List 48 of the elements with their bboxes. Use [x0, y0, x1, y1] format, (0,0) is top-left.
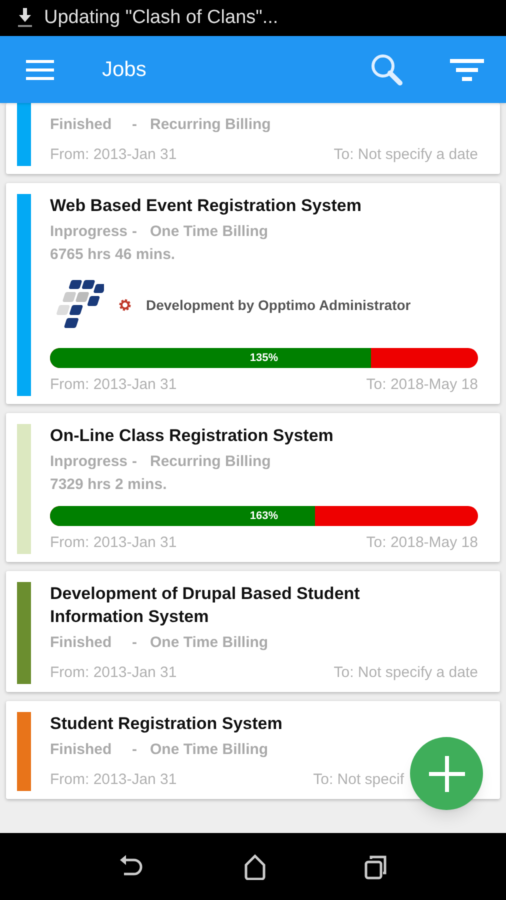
from-date: From: 2013-Jan 31 — [50, 533, 177, 553]
notification-text: Updating "Clash of Clans"... — [44, 6, 278, 30]
job-status: Finished — [50, 633, 113, 653]
from-date: From: 2013-Jan 31 — [50, 770, 177, 790]
billing-type: One Time Billing — [150, 740, 268, 760]
billing-type: One Time Billing — [150, 633, 268, 653]
from-date: From: 2013-Jan 31 — [50, 375, 177, 395]
job-title: On-Line Class Registration System — [50, 425, 334, 447]
from-date: From: 2013-Jan 31 — [50, 145, 177, 165]
billing-type: Recurring Billing — [150, 115, 271, 135]
assignee-text: Development by Opptimo Administrator — [146, 296, 411, 315]
to-date: To: 2018-May 18 — [366, 375, 478, 395]
from-date: From: 2013-Jan 31 — [50, 663, 177, 683]
to-date: To: Not specif — [313, 770, 404, 790]
job-status: Inprogress — [50, 452, 129, 472]
separator-text: - — [132, 633, 138, 653]
hours-text: 6765 hrs 46 mins. — [50, 245, 176, 265]
to-date: To: 2018-May 18 — [366, 533, 478, 553]
job-title: Web Based Event Registration System — [50, 195, 362, 217]
home-button[interactable] — [242, 854, 267, 880]
job-title: Development of Drupal Based Student Information System — [50, 583, 361, 628]
hours-text: 7329 hrs 2 mins. — [50, 475, 168, 495]
job-card[interactable]: Web Based Event Registration System Inprogress - One Time Billing 6765 hrs 46 mins. Development by Opptimo Administrator 135% From: 2013-Jan 31 To: 2018-May 18 — [6, 183, 500, 404]
job-card[interactable]: Development of Drupal Based Student Information System Finished - One Time Billing From: 2013-Jan 31 To: Not specify a date — [6, 571, 500, 692]
job-status: Inprogress — [50, 222, 129, 242]
separator-text: - — [132, 452, 138, 472]
to-date: To: Not specify a date — [334, 145, 478, 165]
recent-apps-button[interactable] — [364, 854, 388, 880]
separator-text: - — [132, 222, 138, 242]
progress-label: 135% — [250, 350, 278, 366]
job-status: Finished — [50, 740, 113, 760]
job-status: Finished — [50, 115, 113, 135]
download-icon — [18, 8, 32, 28]
filter-button[interactable] — [450, 56, 484, 82]
separator-text: - — [132, 740, 138, 760]
separator-text: - — [132, 115, 138, 135]
search-button[interactable] — [370, 52, 404, 86]
progress-label: 163% — [250, 508, 278, 524]
to-date: To: Not specify a date — [334, 663, 478, 683]
menu-button[interactable] — [26, 58, 54, 82]
toolbar-title: Jobs — [102, 56, 146, 83]
job-card[interactable]: On-Line Class Registration System Inprogress - Recurring Billing 7329 hrs 2 mins. 163% From: 2013-Jan 31 To: 2018-May 18 — [6, 413, 500, 562]
gear-icon — [118, 298, 132, 312]
plus-icon — [426, 754, 466, 794]
job-title: Student Registration System — [50, 713, 284, 735]
billing-type: One Time Billing — [150, 222, 268, 242]
billing-type: Recurring Billing — [150, 452, 271, 472]
job-card[interactable]: Student Registration System Finished - One Time Billing From: 2013-Jan 31 To: Not specif — [6, 701, 500, 799]
